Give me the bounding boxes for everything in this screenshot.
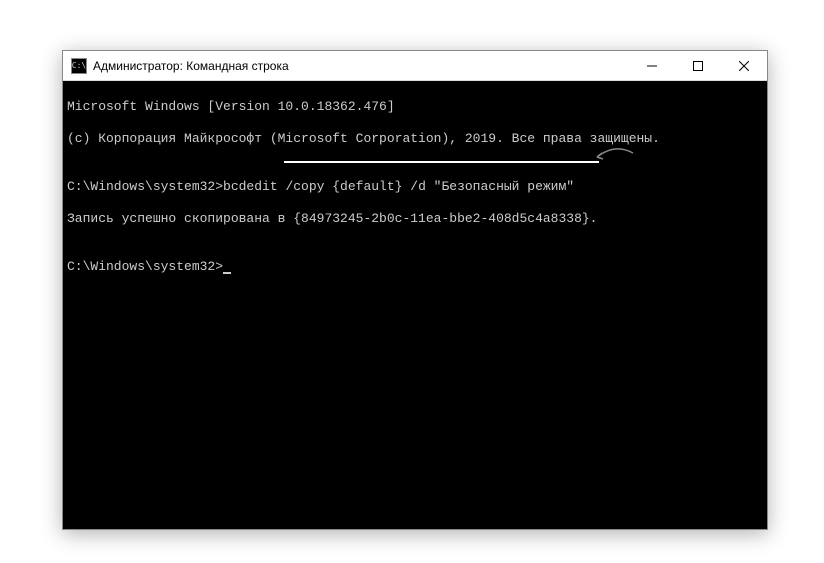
prompt-2: C:\Windows\system32> (67, 259, 223, 274)
command-line-2: C:\Windows\system32> (67, 259, 763, 275)
command-prompt-window: C:\ Администратор: Командная строка (62, 50, 768, 530)
minimize-button[interactable] (629, 51, 675, 80)
output-line-1: Запись успешно скопирована в {84973245-2… (67, 211, 763, 227)
titlebar[interactable]: C:\ Администратор: Командная строка (63, 51, 767, 81)
close-icon (739, 61, 749, 71)
maximize-button[interactable] (675, 51, 721, 80)
copyright-line: (c) Корпорация Майкрософт (Microsoft Cor… (67, 131, 763, 147)
close-button[interactable] (721, 51, 767, 80)
maximize-icon (693, 61, 703, 71)
prompt-1: C:\Windows\system32> (67, 179, 223, 194)
window-title: Администратор: Командная строка (93, 59, 629, 73)
command-line-1: C:\Windows\system32>bcdedit /copy {defau… (67, 179, 763, 195)
cmd-icon: C:\ (71, 58, 87, 74)
guid-underline-annotation (284, 161, 599, 163)
arrow-annotation-icon (595, 143, 635, 173)
cursor (223, 272, 231, 274)
version-line: Microsoft Windows [Version 10.0.18362.47… (67, 99, 763, 115)
minimize-icon (647, 61, 657, 71)
terminal-output[interactable]: Microsoft Windows [Version 10.0.18362.47… (63, 81, 767, 529)
window-controls (629, 51, 767, 80)
cmd-icon-glyph: C:\ (72, 62, 86, 70)
command-text-1: bcdedit /copy {default} /d "Безопасный р… (223, 179, 574, 194)
